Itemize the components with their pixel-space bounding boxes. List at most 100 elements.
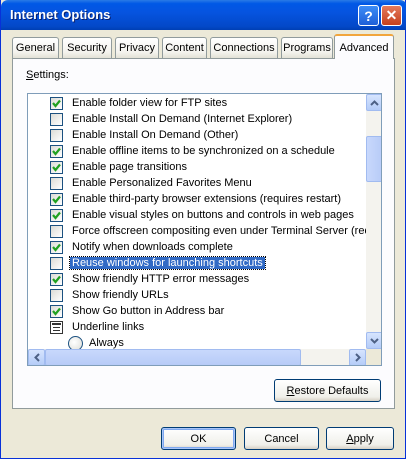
settings-item[interactable]: Always (28, 336, 366, 349)
setting-checkbox[interactable] (50, 289, 63, 302)
settings-item[interactable]: Enable offline items to be synchronized … (28, 144, 366, 160)
advanced-tab-panel: Settings: Enable folder view for FTP sit… (12, 58, 395, 409)
checkmark-icon (52, 275, 61, 284)
setting-label: Always (89, 337, 124, 349)
close-button[interactable]: ✕ (381, 5, 402, 26)
settings-item[interactable]: Enable Personalized Favorites Menu (28, 176, 366, 192)
horizontal-scrollbar[interactable] (28, 349, 366, 365)
settings-item[interactable]: Show friendly URLs (28, 288, 366, 304)
settings-item[interactable]: Show Go button in Address bar (28, 304, 366, 320)
checkmark-icon (52, 195, 61, 204)
setting-label: Enable folder view for FTP sites (72, 97, 228, 109)
setting-checkbox[interactable] (50, 113, 63, 126)
settings-item[interactable]: Enable Install On Demand (Other) (28, 128, 366, 144)
settings-label: Settings: (26, 69, 69, 81)
scrollbar-corner (366, 349, 381, 365)
settings-group: Underline links (28, 320, 366, 336)
tab-privacy[interactable]: Privacy (115, 37, 159, 58)
apply-button[interactable]: Apply (326, 427, 394, 450)
setting-checkbox[interactable] (50, 305, 63, 318)
vertical-scrollbar[interactable] (366, 94, 381, 349)
setting-label: Enable Install On Demand (Internet Explo… (72, 113, 293, 125)
tab-general[interactable]: General (12, 37, 59, 58)
tab-label: Security (67, 42, 107, 54)
tab-label: Privacy (118, 42, 156, 54)
setting-label: Enable Install On Demand (Other) (72, 129, 239, 141)
tab-label: Programs (283, 42, 331, 54)
checkmark-icon (52, 163, 61, 172)
setting-label: Show friendly URLs (72, 289, 169, 301)
ok-button[interactable]: OK (161, 427, 236, 450)
close-icon: ✕ (385, 7, 398, 23)
checkmark-icon (52, 243, 61, 252)
scroll-left-button[interactable] (28, 349, 45, 365)
title-bar[interactable]: Internet Options ? ✕ (1, 0, 406, 30)
tab-advanced[interactable]: Advanced (334, 34, 394, 59)
tab-programs[interactable]: Programs (281, 37, 333, 58)
setting-label: Reuse windows for launching shortcuts (69, 256, 266, 270)
chevron-up-icon (370, 99, 379, 106)
tab-label: Advanced (339, 41, 389, 54)
chevron-left-icon (33, 353, 40, 362)
setting-label: Enable third-party browser extensions (r… (72, 193, 342, 205)
setting-checkbox[interactable] (50, 209, 63, 222)
scroll-right-button[interactable] (349, 349, 366, 365)
internet-options-dialog: Internet Options ? ✕ General Security Pr… (0, 0, 406, 459)
settings-tree-list[interactable]: Enable folder view for FTP sites Enable I… (27, 93, 382, 366)
checkmark-icon (52, 211, 61, 220)
apply-label: pply (353, 432, 374, 445)
setting-checkbox[interactable] (50, 273, 63, 286)
checkmark-icon (52, 147, 61, 156)
setting-checkbox[interactable] (50, 193, 63, 206)
help-button[interactable]: ? (358, 5, 379, 26)
settings-item[interactable]: Show friendly HTTP error messages (28, 272, 366, 288)
setting-checkbox[interactable] (50, 241, 63, 254)
setting-label: Enable page transitions (72, 161, 187, 173)
settings-category-icon (50, 321, 63, 334)
setting-label: Show friendly HTTP error messages (72, 273, 250, 285)
chevron-right-icon (354, 353, 361, 362)
settings-item[interactable]: Force offscreen compositing even under T… (28, 224, 366, 240)
vertical-scroll-thumb[interactable] (366, 136, 381, 182)
accel-key: R (286, 384, 295, 397)
setting-checkbox[interactable] (50, 257, 63, 270)
settings-item[interactable]: Enable folder view for FTP sites (28, 96, 366, 112)
scroll-down-button[interactable] (366, 332, 381, 349)
window-title: Internet Options (10, 7, 111, 22)
setting-checkbox[interactable] (50, 177, 63, 190)
restore-defaults-button[interactable]: Restore Defaults (274, 379, 381, 402)
settings-item[interactable]: Enable third-party browser extensions (r… (28, 192, 366, 208)
setting-checkbox[interactable] (50, 225, 63, 238)
cancel-button[interactable]: Cancel (244, 427, 319, 450)
tab-label: Connections (213, 42, 275, 54)
tab-connections[interactable]: Connections (210, 37, 278, 58)
settings-label-text: ettings: (33, 69, 69, 81)
setting-label: Underline links (72, 321, 145, 333)
settings-item[interactable]: Enable page transitions (28, 160, 366, 176)
accel-key: A (346, 432, 354, 445)
chevron-down-icon (370, 337, 379, 344)
setting-radio[interactable] (68, 336, 83, 349)
setting-checkbox[interactable] (50, 129, 63, 142)
ok-label: OK (190, 432, 207, 445)
setting-label: Show Go button in Address bar (72, 305, 225, 317)
tab-security[interactable]: Security (62, 37, 112, 58)
setting-label: Enable visual styles on buttons and cont… (72, 209, 354, 221)
settings-item[interactable]: Notify when downloads complete (28, 240, 366, 256)
settings-item[interactable]: Enable visual styles on buttons and cont… (28, 208, 366, 224)
horizontal-scroll-thumb[interactable] (45, 349, 301, 365)
setting-label: Notify when downloads complete (72, 241, 233, 253)
settings-item[interactable]: Reuse windows for launching shortcuts (28, 256, 366, 272)
checkmark-icon (52, 99, 61, 108)
scroll-up-button[interactable] (366, 94, 381, 111)
settings-item[interactable]: Enable Install On Demand (Internet Explo… (28, 112, 366, 128)
tab-label: Content (165, 42, 204, 54)
setting-checkbox[interactable] (50, 161, 63, 174)
tab-content[interactable]: Content (162, 37, 207, 58)
setting-checkbox[interactable] (50, 97, 63, 110)
setting-label: Enable Personalized Favorites Menu (72, 177, 252, 189)
tab-label: General (15, 42, 56, 54)
restore-defaults-label: estore Defaults (294, 384, 369, 397)
settings-list-items: Enable folder view for FTP sites Enable I… (28, 94, 366, 349)
setting-checkbox[interactable] (50, 145, 63, 158)
